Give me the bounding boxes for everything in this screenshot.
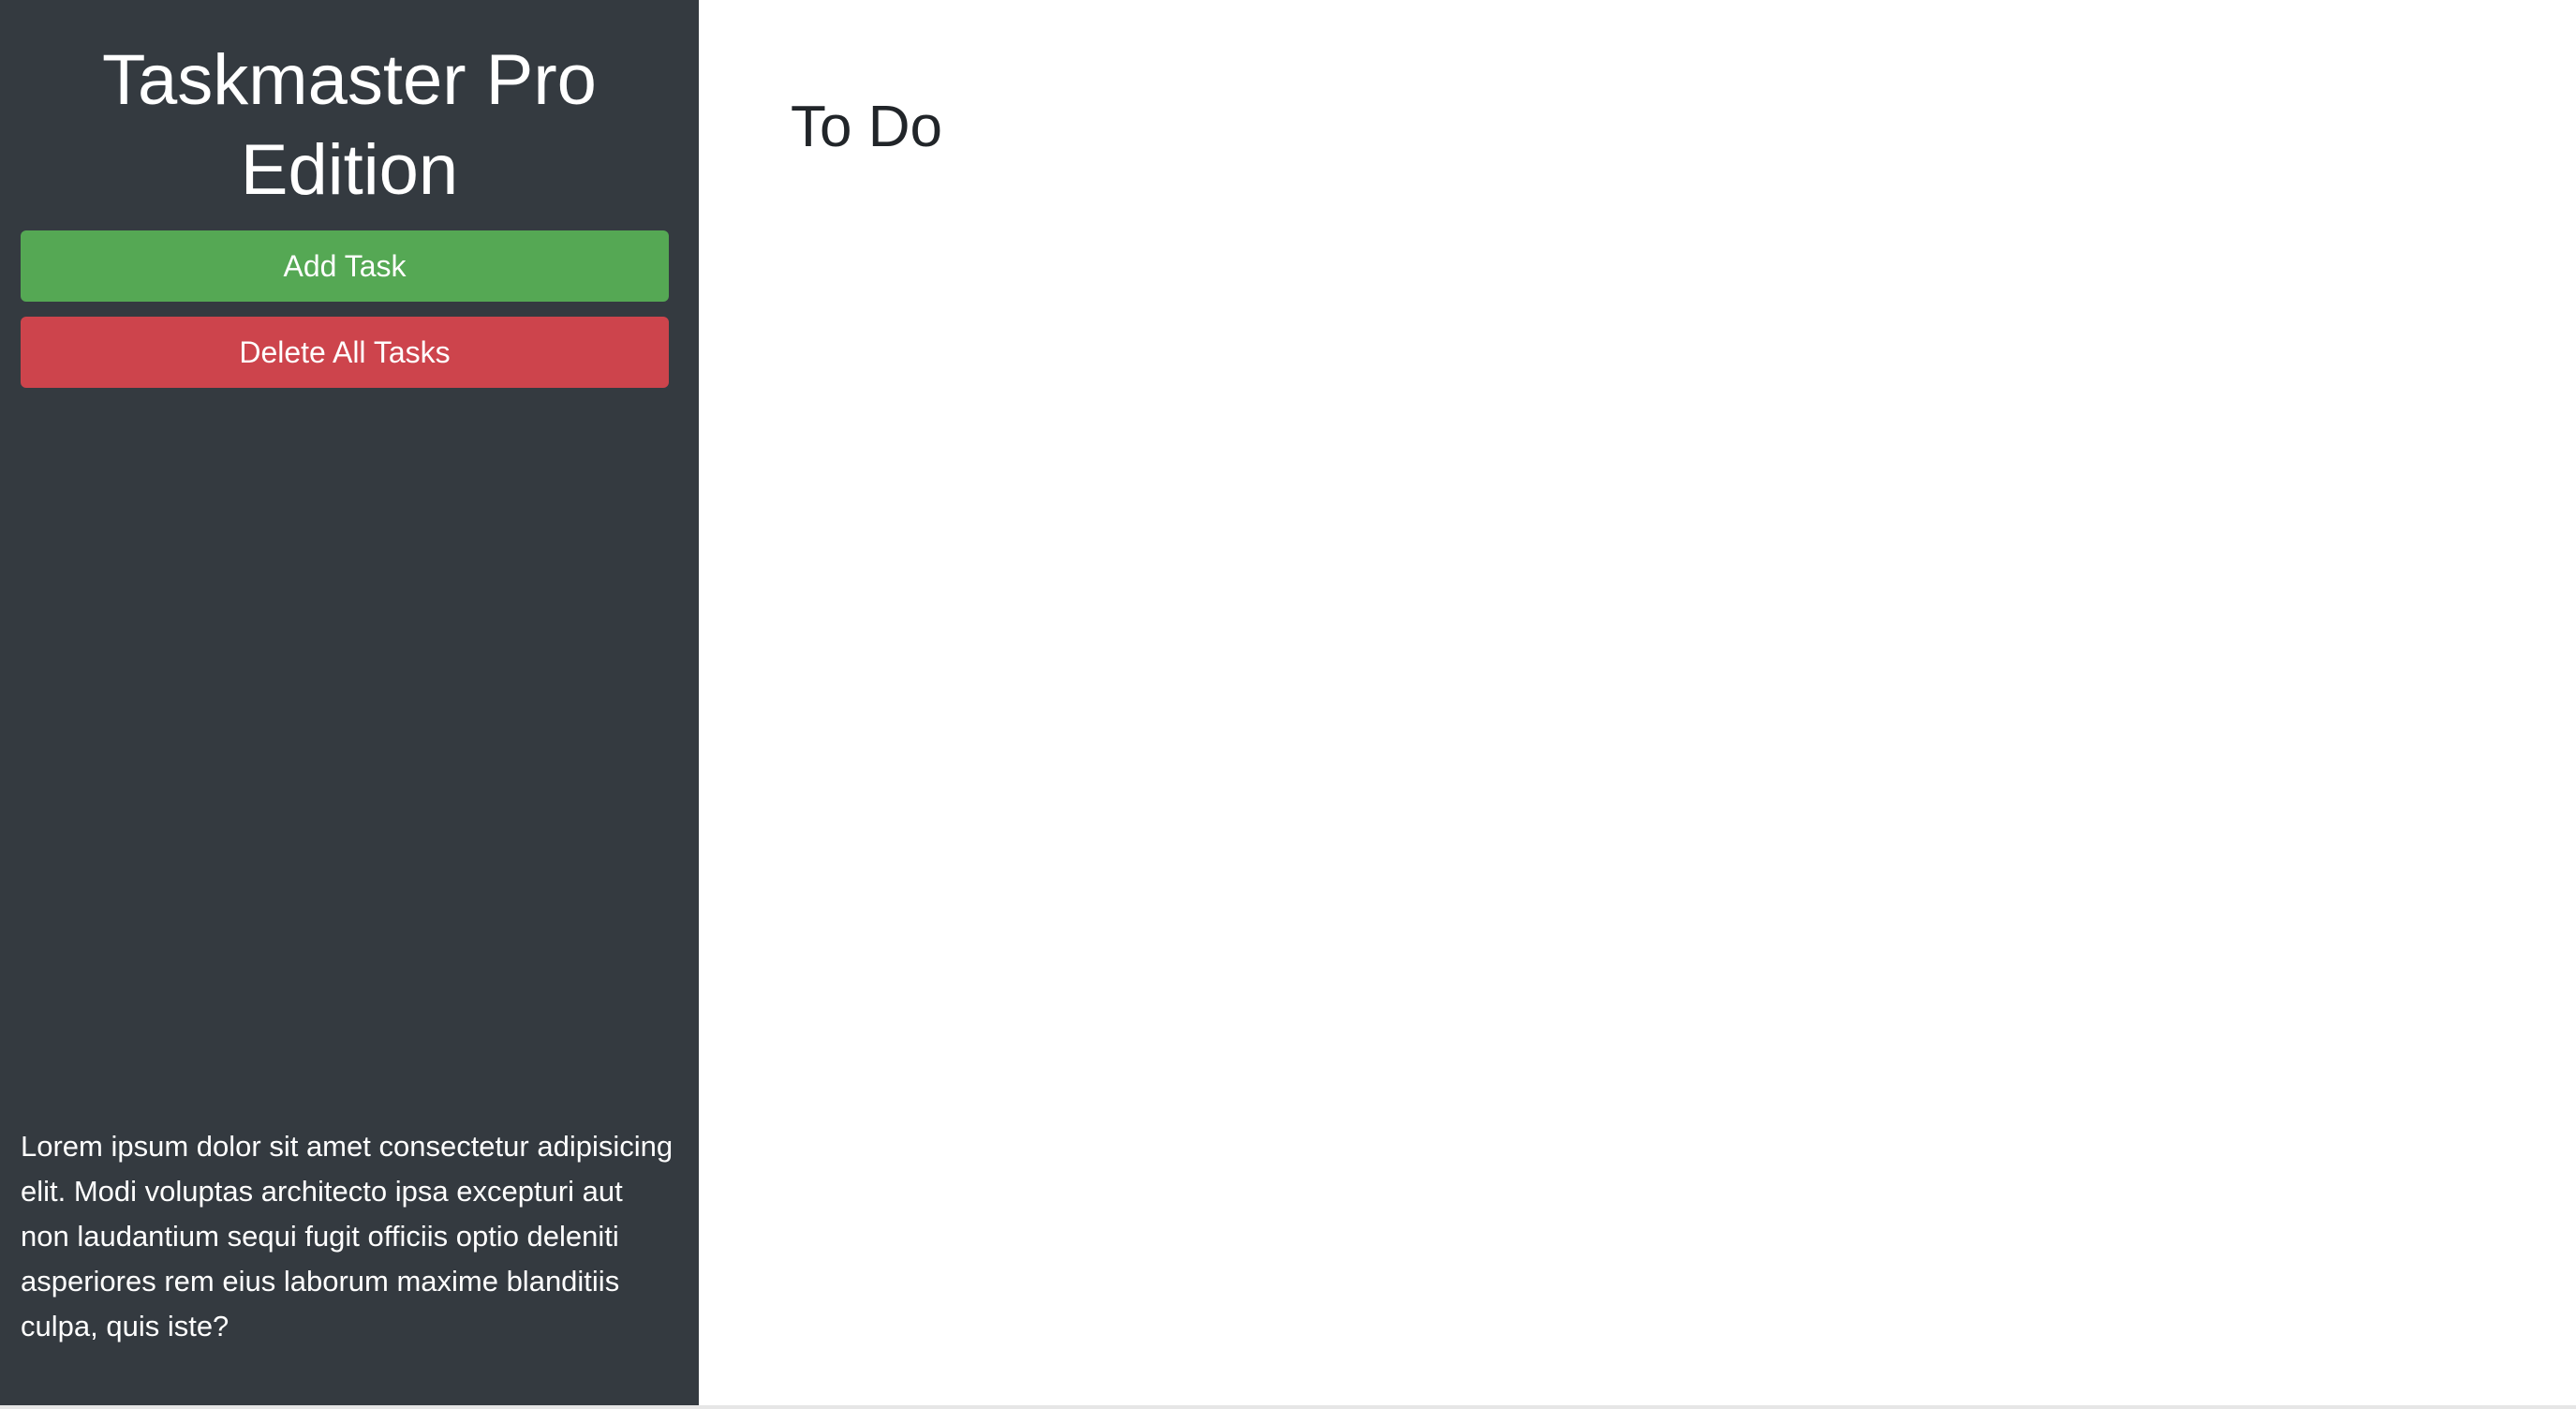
app-title: Taskmaster Pro Edition <box>102 40 597 210</box>
window-bottom-edge <box>0 1405 2576 1409</box>
sidebar-description: Lorem ipsum dolor sit amet consectetur a… <box>21 1130 674 1342</box>
todo-section-title: To Do <box>791 95 942 159</box>
add-task-button[interactable]: Add Task <box>21 230 669 302</box>
delete-all-tasks-button[interactable]: Delete All Tasks <box>21 317 669 388</box>
sidebar: Taskmaster Pro Edition Add Task Delete A… <box>0 0 699 1405</box>
main-content: To Do <box>699 0 2576 1405</box>
app-window: Taskmaster Pro Edition Add Task Delete A… <box>0 0 2576 1409</box>
